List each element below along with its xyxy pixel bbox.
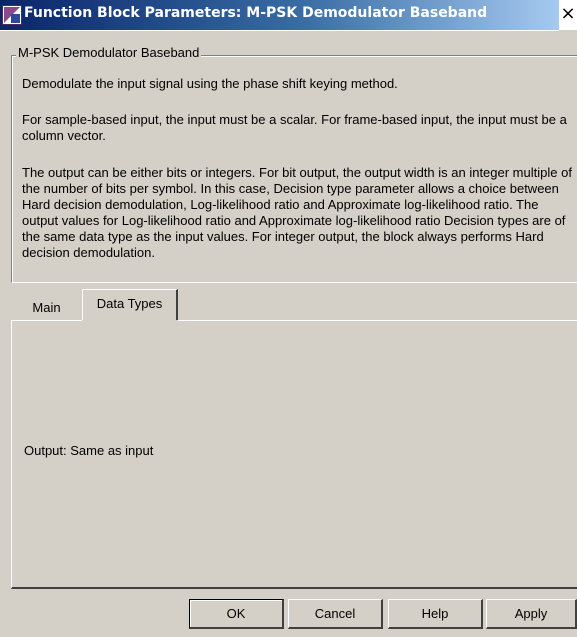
description-paragraph-2: For sample-based input, the input must b…: [22, 112, 567, 143]
apply-button[interactable]: Apply: [486, 599, 577, 629]
output-data-type-label: Output: Same as input: [24, 443, 154, 458]
description-paragraph-1: Demodulate the input signal using the ph…: [22, 76, 398, 91]
description-group-label: M-PSK Demodulator Baseband: [16, 45, 202, 60]
tab-main[interactable]: Main: [11, 295, 82, 320]
help-button[interactable]: Help: [388, 599, 483, 629]
title-bar[interactable]: Function Block Parameters: M-PSK Demodul…: [0, 0, 559, 31]
ok-button[interactable]: OK: [189, 599, 284, 629]
dialog-window: Function Block Parameters: M-PSK Demodul…: [0, 0, 577, 637]
simulink-block-icon: [2, 5, 22, 25]
cancel-button[interactable]: Cancel: [288, 599, 383, 629]
close-icon[interactable]: ×: [559, 0, 577, 30]
window-title: Function Block Parameters: M-PSK Demodul…: [24, 5, 488, 21]
description-paragraph-3: The output can be either bits or integer…: [22, 165, 572, 260]
tab-data-types[interactable]: Data Types: [82, 289, 178, 320]
